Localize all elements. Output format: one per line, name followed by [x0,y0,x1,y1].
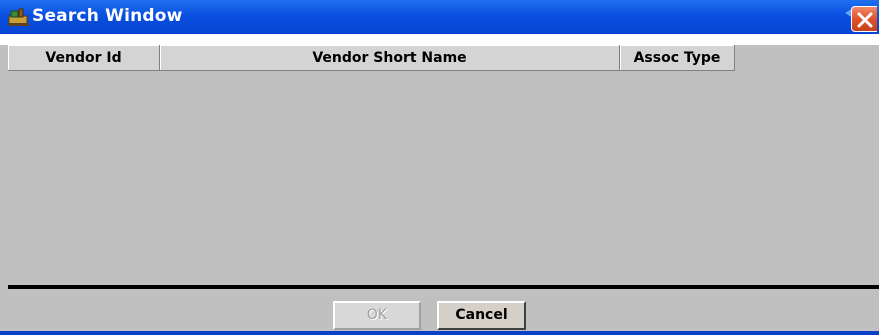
column-header-vendor-id[interactable]: Vendor Id [8,45,160,71]
window-bottom-border [0,331,879,335]
title-separator [0,34,879,45]
grid-header: Vendor Id Vendor Short Name Assoc Type [8,45,879,71]
app-icon [8,7,30,27]
column-header-assoc-type[interactable]: Assoc Type [620,45,735,71]
cancel-button[interactable]: Cancel [437,301,526,330]
search-window: Search Window Vendor Id Vendor Short Nam… [0,0,879,335]
button-bar: OK Cancel [0,289,879,331]
title-bar[interactable]: Search Window [0,0,879,34]
window-title: Search Window [32,6,183,26]
close-button[interactable] [851,6,877,32]
column-header-vendor-short-name[interactable]: Vendor Short Name [160,45,620,71]
ok-button[interactable]: OK [333,301,421,330]
results-grid[interactable]: Vendor Id Vendor Short Name Assoc Type [8,45,879,285]
close-icon [857,12,873,28]
